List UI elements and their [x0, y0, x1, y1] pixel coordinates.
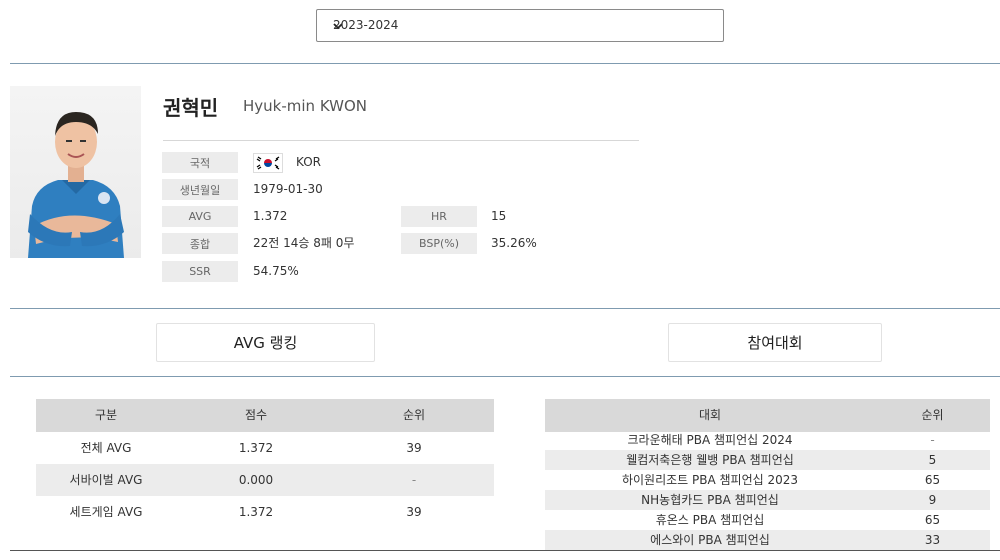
label-nationality: 국적 [162, 152, 238, 173]
korea-flag-icon [253, 153, 283, 173]
table-row: 세트게임 AVG 1.372 39 [36, 496, 494, 528]
cell-tournament: 크라운해태 PBA 챔피언십 2024 [627, 433, 793, 447]
cell-tournament: 하이원리조트 PBA 챔피언십 2023 [621, 473, 799, 487]
header-rank: 순위 [402, 408, 426, 422]
tournament-table: 대회 순위 크라운해태 PBA 챔피언십 2024 - 웰컴저축은행 웰뱅 PB… [545, 399, 990, 551]
table-row: 전체 AVG 1.372 39 [36, 432, 494, 464]
cell-rank: - [930, 433, 935, 447]
header-rank: 순위 [921, 408, 944, 422]
avg-ranking-button[interactable]: AVG 랭킹 [156, 323, 375, 362]
cell-rank: 65 [924, 513, 941, 527]
cell-category: 전체 AVG [80, 441, 132, 455]
table-row[interactable]: 웰컴저축은행 웰뱅 PBA 챔피언십 5 [545, 450, 990, 470]
table-row[interactable]: NH농협카드 PBA 챔피언십 9 [545, 490, 990, 510]
label-bsp: BSP(%) [401, 233, 477, 254]
table-row: 서바이벌 AVG 0.000 - [36, 464, 494, 496]
cell-score: 0.000 [238, 473, 274, 487]
divider [10, 376, 1000, 377]
cell-category: 세트게임 AVG [69, 505, 143, 519]
cell-score: 1.372 [238, 505, 274, 519]
value-hr: 15 [491, 209, 507, 223]
cell-tournament: 에스와이 PBA 챔피언십 [650, 533, 770, 547]
divider [163, 140, 639, 141]
label-hr: HR [401, 206, 477, 227]
value-ssr: 54.75% [253, 264, 299, 278]
cell-rank: 65 [924, 473, 941, 487]
table-header: 구분 점수 순위 [36, 399, 494, 432]
header-category: 구분 [94, 408, 118, 422]
cell-rank: 5 [928, 453, 937, 467]
table-row[interactable]: 크라운해태 PBA 챔피언십 2024 - [545, 430, 990, 450]
cell-rank: 39 [406, 441, 422, 455]
label-birthdate: 생년월일 [162, 179, 238, 200]
cell-rank: - [411, 473, 417, 487]
player-name-korean: 권혁민 [163, 96, 219, 120]
cell-tournament: 웰컴저축은행 웰뱅 PBA 챔피언십 [626, 453, 794, 467]
cell-rank: 9 [928, 493, 937, 507]
label-record: 종합 [162, 233, 238, 254]
value-avg: 1.372 [253, 209, 288, 223]
label-ssr: SSR [162, 261, 238, 282]
player-photo [10, 86, 141, 258]
table-row[interactable]: 에스와이 PBA 챔피언십 33 [545, 530, 990, 550]
value-birthdate: 1979-01-30 [253, 182, 323, 196]
value-bsp: 35.26% [491, 236, 537, 250]
avg-table: 구분 점수 순위 전체 AVG 1.372 39 서바이벌 AVG 0.000 … [36, 399, 494, 529]
cell-rank: 39 [406, 505, 422, 519]
tournaments-button[interactable]: 참여대회 [668, 323, 882, 362]
value-record: 22전 14승 8패 0무 [253, 236, 355, 250]
player-name-english: Hyuk-min KWON [243, 97, 367, 115]
season-select[interactable]: 2023-2024 [316, 9, 724, 42]
divider [10, 550, 1000, 551]
divider [10, 63, 1000, 64]
cell-score: 1.372 [238, 441, 274, 455]
table-header: 대회 순위 [545, 399, 990, 432]
table-row[interactable]: 휴온스 PBA 챔피언십 65 [545, 510, 990, 530]
divider [10, 308, 1000, 309]
season-select-value: 2023-2024 [333, 18, 399, 32]
header-tournament: 대회 [698, 408, 722, 422]
table-row[interactable]: 하이원리조트 PBA 챔피언십 2023 65 [545, 470, 990, 490]
value-nationality: KOR [296, 155, 321, 169]
header-score: 점수 [244, 408, 268, 422]
cell-tournament: 휴온스 PBA 챔피언십 [655, 513, 765, 527]
cell-category: 서바이벌 AVG [69, 473, 143, 487]
label-avg: AVG [162, 206, 238, 227]
cell-tournament: NH농협카드 PBA 챔피언십 [641, 493, 779, 507]
cell-rank: 33 [924, 533, 941, 547]
